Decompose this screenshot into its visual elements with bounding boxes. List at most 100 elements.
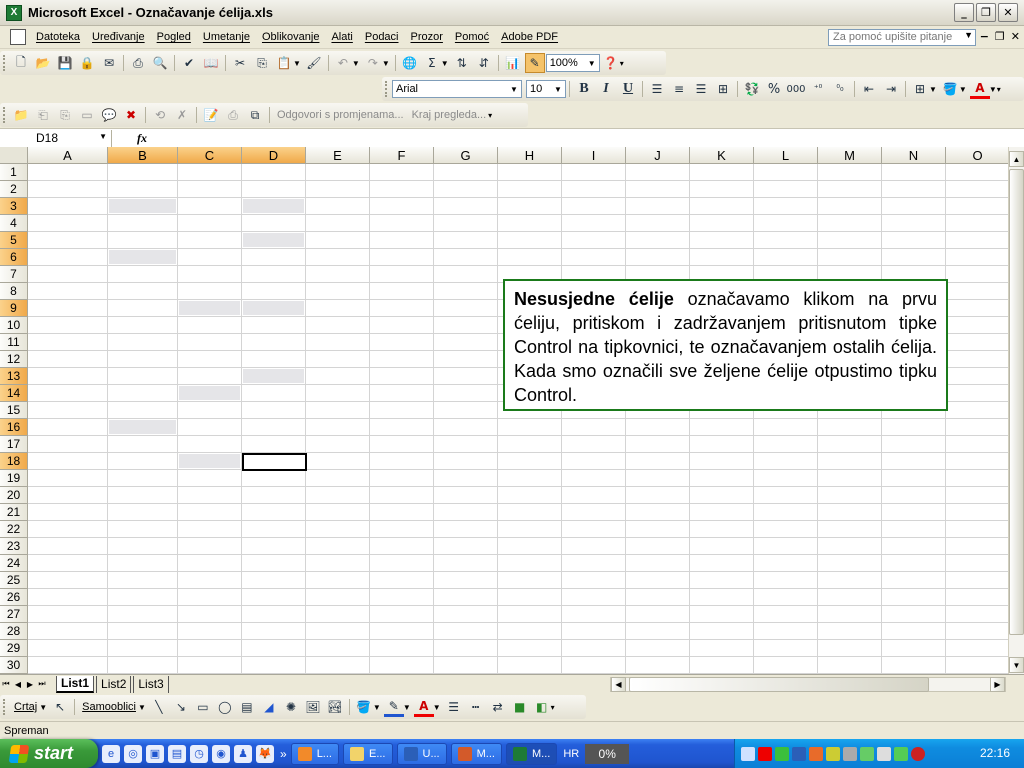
vertical-scroll-thumb[interactable] (1009, 169, 1024, 635)
row-header-30[interactable]: 30 (0, 657, 28, 674)
function-icon[interactable]: fx (112, 131, 172, 146)
fill-color-icon[interactable]: 🪣 (354, 697, 374, 717)
row-header-16[interactable]: 16 (0, 419, 28, 436)
align-right-icon[interactable]: ☰ (691, 79, 711, 99)
underline-button[interactable]: U (618, 79, 638, 99)
column-header-f[interactable]: F (370, 147, 434, 164)
line-icon[interactable]: ╲ (149, 697, 169, 717)
quicklaunch-app-icon-2[interactable]: ▣ (146, 744, 164, 763)
row-header-4[interactable]: 4 (0, 215, 28, 232)
language-indicator[interactable]: HR (563, 748, 579, 760)
task-word[interactable]: U... (396, 742, 447, 765)
autosum-icon[interactable]: Σ (422, 53, 442, 73)
select-objects-icon[interactable]: ↖ (50, 697, 70, 717)
menu-prozor[interactable]: Prozor (405, 29, 449, 45)
row-header-14[interactable]: 14 (0, 385, 28, 402)
toolbar-grip[interactable] (385, 81, 388, 97)
chart-wizard-icon[interactable]: 📊 (503, 53, 523, 73)
row-header-15[interactable]: 15 (0, 402, 28, 419)
quicklaunch-app-icon-3[interactable]: ▤ (168, 744, 186, 763)
copy-icon[interactable]: ⎘ (252, 53, 272, 73)
column-header-g[interactable]: G (434, 147, 498, 164)
row-header-26[interactable]: 26 (0, 589, 28, 606)
decrease-indent-icon[interactable]: ⇤ (859, 79, 879, 99)
print-icon[interactable]: ⎙ (128, 53, 148, 73)
fill-color-icon[interactable]: 🪣 (940, 79, 960, 99)
chevron-down-icon[interactable]: ▼ (964, 30, 973, 40)
column-header-c[interactable]: C (178, 147, 242, 164)
reply-with-changes-button[interactable]: Odgovori s promjenama... (273, 109, 408, 121)
row-header-5[interactable]: 5 (0, 232, 28, 249)
selected-cell-c14[interactable] (179, 386, 240, 400)
row-header-25[interactable]: 25 (0, 572, 28, 589)
arrow-icon[interactable]: ↘ (171, 697, 191, 717)
row-header-22[interactable]: 22 (0, 521, 28, 538)
doc-close-button[interactable]: ✕ (1011, 30, 1020, 43)
email-icon[interactable]: ✉ (99, 53, 119, 73)
redo-icon[interactable]: ↷ (363, 53, 383, 73)
name-box[interactable]: D18 ▼ (0, 129, 112, 147)
tray-app-icon-4[interactable] (792, 746, 806, 761)
menu-alati[interactable]: Alati (325, 29, 358, 45)
column-header-j[interactable]: J (626, 147, 690, 164)
thousands-button[interactable]: 000 (786, 79, 806, 99)
chevron-down-icon[interactable]: ▼ (552, 82, 564, 96)
menu-pogled[interactable]: Pogled (151, 29, 197, 45)
zoom-select[interactable]: 100% ▼ (545, 54, 600, 72)
row-header-18[interactable]: 18 (0, 453, 28, 470)
chevron-down-icon[interactable]: ▼ (586, 56, 598, 70)
quicklaunch-app-icon-1[interactable]: ◎ (124, 744, 142, 763)
3d-style-icon[interactable]: ◧ (532, 697, 552, 717)
review-icon-1[interactable]: ⎗ (33, 105, 53, 125)
format-painter-icon[interactable]: 🖌 (304, 53, 324, 73)
sheet-tab-list1[interactable]: List1 (56, 675, 95, 693)
column-header-h[interactable]: H (498, 147, 562, 164)
workbook-icon[interactable] (10, 29, 26, 45)
quicklaunch-app-icon-4[interactable]: ◉ (212, 744, 230, 763)
end-review-button[interactable]: Kraj pregleda... (408, 109, 491, 121)
menu-podaci[interactable]: Podaci (359, 29, 405, 45)
sort-descending-icon[interactable]: ⇵ (474, 53, 494, 73)
clock[interactable]: 22:16 (980, 746, 1010, 760)
tray-app-icon-8[interactable] (860, 746, 874, 761)
column-header-i[interactable]: I (562, 147, 626, 164)
selected-cell-b6[interactable] (109, 250, 176, 264)
row-header-10[interactable]: 10 (0, 317, 28, 334)
increase-decimal-icon[interactable]: ⁺⁰ (808, 79, 828, 99)
tray-app-icon-7[interactable] (843, 746, 857, 761)
autoshapes-menu-button[interactable]: Samooblici (78, 701, 140, 713)
menu-uredivanje[interactable]: Uređivanje (86, 29, 151, 45)
scroll-right-icon[interactable]: ▶ (990, 677, 1005, 692)
diagram-icon[interactable]: ✺ (281, 697, 301, 717)
last-sheet-icon[interactable]: ⏭ (36, 679, 48, 689)
tray-app-icon-2[interactable] (758, 746, 772, 761)
font-color-icon[interactable]: A (413, 697, 434, 717)
tray-shield-icon[interactable] (911, 746, 925, 761)
decrease-decimal-icon[interactable]: ⁰₀ (830, 79, 850, 99)
selected-cell-d9[interactable] (243, 301, 304, 315)
row-header-21[interactable]: 21 (0, 504, 28, 521)
task-powerpoint[interactable]: M... (450, 742, 502, 765)
formula-input[interactable] (172, 130, 1024, 147)
print-preview-icon[interactable]: 🔍 (150, 53, 170, 73)
menu-datoteka[interactable]: Datoteka (30, 29, 86, 45)
vertical-scrollbar[interactable]: ▲ ▼ (1008, 147, 1024, 674)
quicklaunch-messenger-icon[interactable]: ♟ (234, 744, 252, 763)
line-color-icon[interactable]: ✎ (383, 697, 404, 717)
chevron-right-icon[interactable]: » (280, 747, 287, 761)
menu-pomoc[interactable]: Pomoć (449, 29, 495, 45)
review-icon-4[interactable]: ⟲ (150, 105, 170, 125)
line-style-icon[interactable]: ☰ (444, 697, 464, 717)
selected-cell-c18[interactable] (179, 454, 240, 468)
review-icon-3[interactable]: ▭ (77, 105, 97, 125)
task-firefox[interactable]: L... (290, 742, 339, 765)
sheet-tab-list2[interactable]: List2 (96, 675, 132, 693)
italic-button[interactable]: I (596, 79, 616, 99)
column-header-a[interactable]: A (28, 147, 108, 164)
cut-icon[interactable]: ✂ (230, 53, 250, 73)
row-header-19[interactable]: 19 (0, 470, 28, 487)
open-folder-icon[interactable]: 📂 (33, 53, 53, 73)
permission-icon[interactable]: 🔒 (77, 53, 97, 73)
tray-app-icon-3[interactable] (775, 746, 789, 761)
save-icon[interactable]: 💾 (55, 53, 75, 73)
